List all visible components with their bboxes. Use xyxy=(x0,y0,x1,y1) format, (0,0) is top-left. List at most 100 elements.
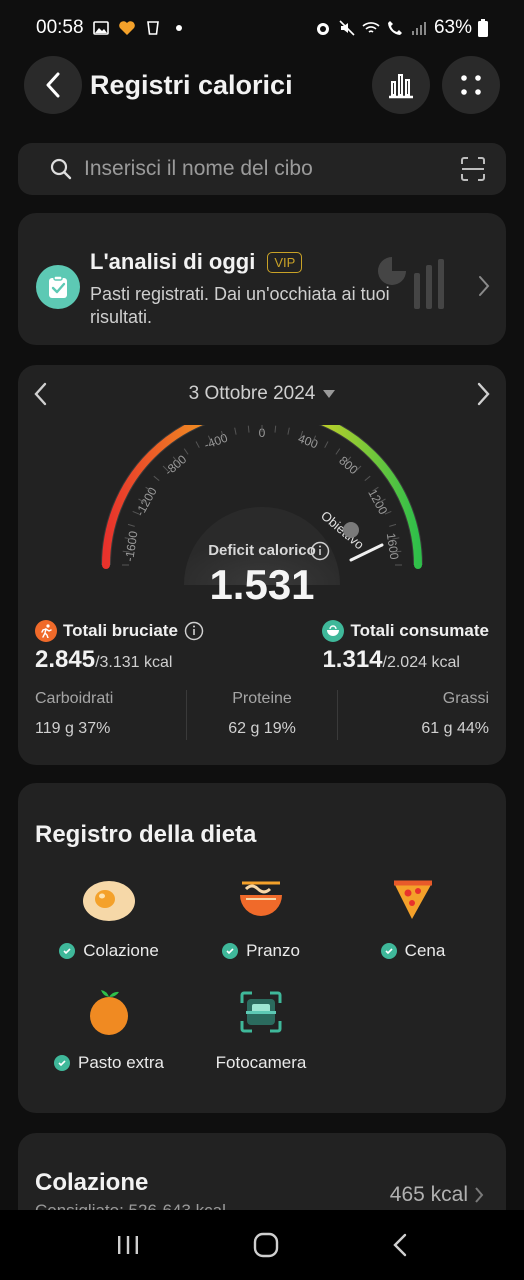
deficit-value: 1.531 xyxy=(209,561,315,608)
gauge-tick-label: -400 xyxy=(202,430,230,452)
recent-apps-button[interactable] xyxy=(116,1234,140,1256)
consumed-target: /2.024 kcal xyxy=(382,654,460,671)
camera-scan-icon xyxy=(233,987,289,1037)
gauge-minor-tick xyxy=(274,425,277,433)
home-button[interactable] xyxy=(253,1232,279,1258)
gauge-minor-tick xyxy=(183,448,189,455)
meal-label: Pasto extra xyxy=(78,1053,164,1072)
macro-name: Carboidrati xyxy=(35,690,114,707)
barcode-scan-icon[interactable] xyxy=(460,156,486,182)
meal-lunch[interactable]: Pranzo xyxy=(186,875,336,961)
consumed-total: Totali consumate 1.314/2.024 kcal xyxy=(322,620,489,674)
deficit-label: Deficit calorico xyxy=(208,542,316,559)
app-header: Registri calorici xyxy=(0,56,524,114)
check-icon xyxy=(54,1055,70,1071)
gauge-minor-tick xyxy=(335,448,341,455)
breakfast-kcal-value: 465 kcal xyxy=(389,1183,468,1206)
clipboard-check-icon xyxy=(36,265,80,309)
search-icon xyxy=(50,158,72,180)
battery-percent: 63% xyxy=(433,17,472,38)
date-dropdown[interactable]: 3 Ottobre 2024 xyxy=(189,383,336,405)
meal-extra[interactable]: Pasto extra xyxy=(34,987,184,1073)
today-analysis-card[interactable]: L'analisi di oggi VIP Pasti registrati. … xyxy=(18,213,506,345)
meal-dinner[interactable]: Cena xyxy=(338,875,488,961)
check-icon xyxy=(59,943,76,959)
status-time: 00:58 xyxy=(36,17,84,38)
analysis-chart-decoration-icon xyxy=(378,257,444,309)
macro-value: 62 g 19% xyxy=(228,720,296,737)
macros-row: Carboidrati 119 g 37% Proteine 62 g 19% … xyxy=(18,690,506,740)
signal-icon xyxy=(411,22,426,35)
search-input[interactable]: Inserisci il nome del cibo xyxy=(84,157,460,181)
burned-total: Totali bruciate 2.845/3.131 kcal xyxy=(35,620,204,674)
back-arrow-icon xyxy=(46,72,60,98)
more-options-button[interactable] xyxy=(442,56,500,114)
gauge-tick-label: 800 xyxy=(336,453,361,477)
status-bar: 00:58 63% xyxy=(0,0,524,56)
meal-label: Fotocamera xyxy=(215,1053,307,1072)
analysis-title: L'analisi di oggi xyxy=(90,249,256,274)
diet-log-card: Registro della dieta Colazione Pranzo Ce… xyxy=(18,783,506,1113)
info-icon[interactable] xyxy=(310,541,330,561)
breakfast-title: Colazione xyxy=(35,1169,149,1196)
wifi-call-icon xyxy=(387,21,402,35)
cup-icon xyxy=(146,21,159,35)
meal-label: Pranzo xyxy=(246,941,300,960)
gauge-minor-tick xyxy=(247,425,250,433)
consumed-label: Totali consumate xyxy=(350,621,489,640)
gallery-icon xyxy=(92,21,109,35)
gauge-minor-tick xyxy=(127,523,135,527)
goal-marker xyxy=(343,522,359,538)
vip-badge: VIP xyxy=(267,251,303,273)
meal-camera[interactable]: Fotocamera xyxy=(186,987,336,1073)
gauge-tick-label: -800 xyxy=(162,452,190,479)
system-navigation-bar xyxy=(0,1210,524,1280)
battery-icon xyxy=(478,19,488,37)
food-bowl-icon xyxy=(322,620,345,642)
burned-target: /3.131 kcal xyxy=(95,654,173,671)
wifi-icon xyxy=(362,22,380,33)
previous-day-button[interactable] xyxy=(32,382,48,406)
gauge-minor-tick xyxy=(234,427,237,435)
gauge-tick-label: 400 xyxy=(296,431,320,451)
pizza-slice-icon xyxy=(385,875,441,925)
meal-breakfast[interactable]: Colazione xyxy=(34,875,184,961)
macro-value: 61 g 44% xyxy=(421,720,490,737)
running-icon xyxy=(35,620,57,642)
back-button[interactable] xyxy=(24,56,82,114)
check-icon xyxy=(222,943,239,959)
burned-value: 2.845 xyxy=(35,646,96,673)
meal-label: Colazione xyxy=(83,941,159,960)
gauge-minor-tick xyxy=(153,475,160,481)
caret-down-icon xyxy=(323,390,336,398)
totals-row: Totali bruciate 2.845/3.131 kcal Totali … xyxy=(18,620,506,673)
gauge-minor-tick xyxy=(287,427,290,435)
diet-title: Registro della dieta xyxy=(35,821,257,848)
page-title: Registri calorici xyxy=(90,69,293,100)
notification-dot-icon xyxy=(175,25,182,31)
gauge-minor-tick xyxy=(195,441,200,448)
gauge-minor-tick xyxy=(389,523,397,527)
macro-name: Grassi xyxy=(442,690,490,707)
chevron-right-icon xyxy=(479,276,490,296)
calorie-summary-card: 3 Ottobre 2024 -1600 -1200 -800 -400 0 400 800… xyxy=(18,365,506,765)
four-dots-icon xyxy=(461,75,481,95)
fried-egg-icon xyxy=(81,875,137,925)
noodle-bowl-icon xyxy=(233,875,289,925)
macro-carbs: Carboidrati 119 g 37% xyxy=(18,690,186,740)
next-day-button[interactable] xyxy=(476,382,492,406)
consumed-value: 1.314 xyxy=(322,646,383,673)
macro-value: 119 g 37% xyxy=(35,720,111,737)
check-icon xyxy=(380,943,397,959)
chevron-right-icon xyxy=(475,1187,484,1203)
meal-label: Cena xyxy=(404,941,446,960)
analysis-title-row: L'analisi di oggi VIP xyxy=(90,249,303,275)
burned-label: Totali bruciate xyxy=(63,621,178,640)
gauge-minor-tick xyxy=(364,475,371,481)
food-search-bar[interactable]: Inserisci il nome del cibo xyxy=(18,143,506,195)
macro-fat: Grassi 61 g 44% xyxy=(338,690,506,740)
info-icon[interactable] xyxy=(184,621,204,641)
statistics-button[interactable] xyxy=(372,56,430,114)
macro-protein: Proteine 62 g 19% xyxy=(185,690,339,740)
back-nav-button[interactable] xyxy=(392,1233,408,1257)
